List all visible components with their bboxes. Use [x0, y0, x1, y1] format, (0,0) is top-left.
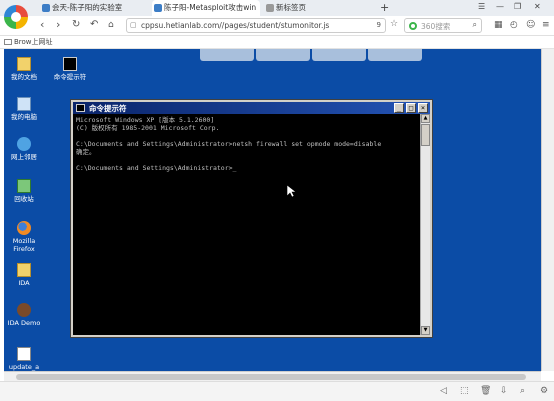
remote-toolbar-button[interactable] [312, 49, 366, 61]
desktop-icon-update[interactable]: update_a [4, 347, 44, 371]
bookmark-item[interactable]: Brow上网址 [4, 37, 53, 47]
desktop-icon-cmd[interactable]: 命令提示符 [50, 57, 90, 81]
back-icon[interactable]: ‹ [40, 19, 44, 31]
terminal-icon [63, 57, 77, 71]
address-bar[interactable]: ▢ cppsu.hetianlab.com//pages/student/stu… [126, 18, 386, 33]
cmd-titlebar[interactable]: 命令提示符 _ □ × [73, 102, 430, 114]
bookmarks-bar: Brow上网址 [0, 36, 554, 49]
download-icon[interactable]: ⇩ [500, 386, 508, 396]
settings-icon[interactable]: ⚙ [540, 386, 548, 396]
tab-label: 新标签页 [276, 3, 306, 12]
maximize-button[interactable]: □ [406, 103, 416, 113]
account-icon[interactable]: ☺ [526, 20, 535, 30]
remote-toolbar-button[interactable] [256, 49, 310, 61]
folder-icon [17, 263, 31, 277]
scroll-thumb[interactable] [16, 374, 526, 380]
extensions-icon[interactable]: ▦ [494, 20, 503, 30]
scroll-up-icon[interactable]: ▲ [421, 114, 430, 123]
menu-icon[interactable]: ☰ [478, 2, 485, 11]
toolbar: ‹ › ↻ ↶ ⌂ ▢ cppsu.hetianlab.com//pages/s… [0, 16, 554, 36]
page-scrollbar[interactable] [541, 49, 554, 371]
cmd-line: 确定。 [76, 148, 96, 156]
speaker-icon[interactable]: ◁ [440, 386, 447, 396]
search-box[interactable]: 360搜索 ⌕ [404, 18, 482, 33]
scroll-thumb[interactable] [421, 124, 430, 146]
tab-metasploit[interactable]: 陈子阳-Metasploit攻击win [152, 0, 260, 16]
delete-icon[interactable]: 🗑 [480, 386, 491, 396]
status-bar: ◁ ⬚ 🗑 ⇩ ⌕ ⚙ [0, 381, 554, 401]
cmd-line: C:\Documents and Settings\Administrator>… [76, 164, 237, 172]
page-favicon-icon [154, 4, 162, 12]
tab-label: 陈子阳-Metasploit攻击win [164, 3, 257, 12]
mouse-pointer-icon [287, 185, 296, 198]
folder-icon [17, 57, 31, 71]
desktop-icon-network[interactable]: 网上邻居 [4, 137, 44, 161]
close-icon[interactable]: ✕ [534, 2, 541, 11]
recycle-bin-icon [17, 179, 31, 193]
cmd-title: 命令提示符 [89, 104, 127, 113]
terminal-icon [76, 104, 85, 112]
minimize-icon[interactable]: — [496, 2, 504, 11]
more-icon[interactable]: ≡ [542, 20, 550, 30]
search-icon[interactable]: ⌕ [473, 20, 477, 30]
page-favicon-icon [266, 4, 274, 12]
tab-label: 会天-陈子阳的实验室 [52, 3, 123, 12]
desktop-icon-my-computer[interactable]: 我的电脑 [4, 97, 44, 121]
folder-icon [4, 39, 12, 45]
firefox-icon [17, 221, 31, 235]
cmd-line [76, 132, 417, 140]
scroll-down-icon[interactable]: ▼ [421, 326, 430, 335]
computer-icon [17, 97, 31, 111]
reload-icon[interactable]: ↻ [72, 19, 80, 31]
cmd-window[interactable]: 命令提示符 _ □ × Microsoft Windows XP [版本 5.1… [71, 100, 432, 337]
tab-lab[interactable]: 会天-陈子阳的实验室 [40, 0, 148, 16]
desktop-icon-recycle-bin[interactable]: 回收站 [4, 179, 44, 203]
undo-icon[interactable]: ↶ [90, 19, 98, 31]
file-icon [17, 347, 31, 361]
desktop-icon-firefox[interactable]: Mozilla Firefox [4, 221, 44, 253]
history-icon[interactable]: ◴ [510, 20, 518, 30]
cmd-line [76, 156, 417, 164]
browser-logo-icon[interactable] [4, 5, 28, 29]
remote-desktop[interactable]: 我的文档 命令提示符 我的电脑 网上邻居 回收站 Mozilla Firefox… [4, 49, 541, 371]
cmd-output[interactable]: Microsoft Windows XP [版本 5.1.2600] (C) 版权… [73, 114, 420, 335]
remote-toolbar-button[interactable] [200, 49, 254, 61]
screenshot-icon[interactable]: ⬚ [460, 386, 469, 396]
tab-bar: 会天-陈子阳的实验室 陈子阳-Metasploit攻击win 新标签页 + ☰ … [0, 0, 554, 16]
address-text: cppsu.hetianlab.com//pages/student/stumo… [141, 21, 330, 30]
remote-toolbar-button[interactable] [368, 49, 422, 61]
new-tab-button[interactable]: + [380, 0, 389, 15]
zoom-icon[interactable]: ⌕ [520, 386, 525, 396]
cmd-scrollbar[interactable]: ▲ ▼ [420, 114, 430, 335]
search-engine-icon [409, 22, 417, 30]
horizontal-scrollbar[interactable] [4, 371, 541, 381]
home-icon[interactable]: ⌂ [108, 19, 114, 31]
cmd-line: C:\Documents and Settings\Administrator>… [76, 140, 382, 148]
page-favicon-icon [42, 4, 50, 12]
ida-demo-icon [17, 303, 31, 317]
cmd-line: (C) 版权所有 1985-2001 Microsoft Corp. [76, 124, 220, 132]
desktop-icon-ida[interactable]: IDA [4, 263, 44, 287]
close-button[interactable]: × [418, 103, 428, 113]
cmd-line: Microsoft Windows XP [版本 5.1.2600] [76, 116, 215, 124]
search-input[interactable]: 360搜索 [421, 21, 450, 32]
forward-icon[interactable]: › [56, 19, 60, 31]
network-icon [17, 137, 31, 151]
desktop-icon-ida-demo[interactable]: IDA Demo [4, 303, 44, 327]
star-icon[interactable]: ☆ [390, 19, 398, 29]
restore-icon[interactable]: ❐ [514, 2, 521, 11]
minimize-button[interactable]: _ [394, 103, 404, 113]
address-suffix: 9 [376, 21, 381, 29]
page-icon: ▢ [130, 21, 137, 29]
tab-new[interactable]: 新标签页 [264, 0, 372, 16]
desktop-icon-my-documents[interactable]: 我的文档 [4, 57, 44, 81]
